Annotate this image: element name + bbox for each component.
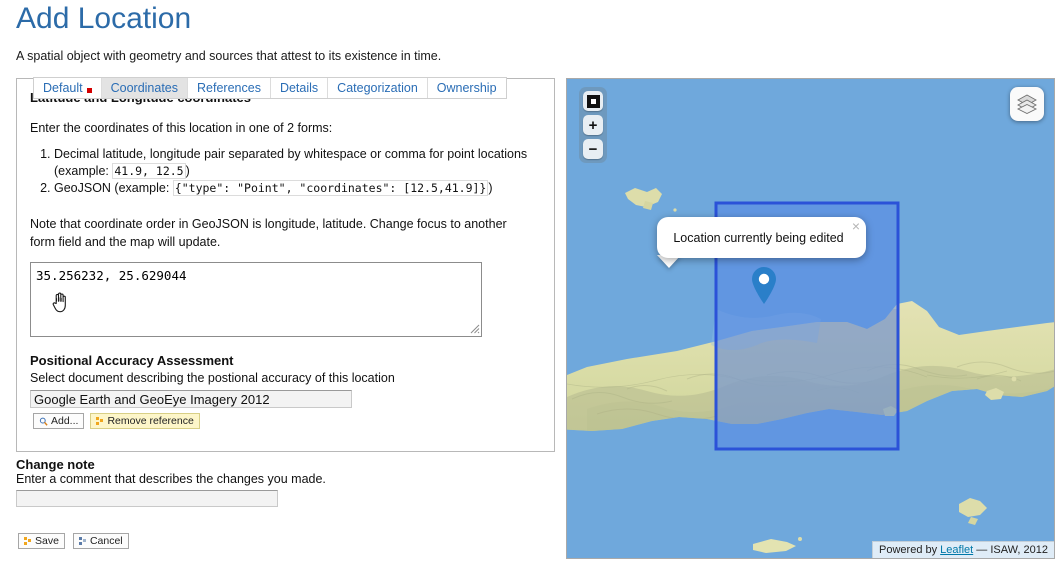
map-popup-text: Location currently being edited xyxy=(673,230,844,245)
leaflet-link[interactable]: Leaflet xyxy=(940,544,973,556)
remove-reference-label: Remove reference xyxy=(107,415,194,427)
add-reference-button[interactable]: Add... xyxy=(33,413,85,429)
tab-references[interactable]: References xyxy=(188,78,271,98)
save-label: Save xyxy=(35,535,59,547)
map-layers-control[interactable] xyxy=(1010,87,1044,121)
change-note-heading: Change note xyxy=(16,457,95,472)
map-attribution: Powered by Leaflet — ISAW, 2012 xyxy=(872,541,1054,558)
positional-accuracy-description: Select document describing the postional… xyxy=(30,371,395,385)
form-action-buttons: Save Cancel xyxy=(18,533,129,549)
save-icon xyxy=(24,537,31,545)
map-zoom-control: + − xyxy=(579,87,607,163)
magnifier-icon xyxy=(39,417,48,426)
popup-close-icon[interactable]: × xyxy=(852,219,860,233)
required-marker-icon xyxy=(86,87,92,93)
tab-coordinates[interactable]: Coordinates xyxy=(101,78,189,98)
fit-bounds-icon xyxy=(586,94,600,108)
decimal-format-text-after: ) xyxy=(185,164,190,178)
form-tab-bar: Default Coordinates References Details C… xyxy=(33,77,507,99)
positional-accuracy-buttons: Add... Remove reference xyxy=(33,413,200,429)
attribution-suffix: — ISAW, 2012 xyxy=(973,544,1048,556)
page-title: Add Location xyxy=(16,2,192,35)
location-marker-icon[interactable] xyxy=(750,265,778,305)
tab-references-label: References xyxy=(197,81,261,95)
zoom-in-button[interactable]: + xyxy=(583,115,603,135)
layers-stack-icon xyxy=(1016,94,1038,115)
tab-default[interactable]: Default xyxy=(34,78,102,98)
tab-categorization[interactable]: Categorization xyxy=(328,78,428,98)
coordinate-format-item-geojson: GeoJSON (example: {"type": "Point", "coo… xyxy=(54,180,554,197)
form-column: Add Location A spatial object with geome… xyxy=(0,0,560,569)
tab-details-label: Details xyxy=(279,81,319,95)
fit-bounds-button[interactable] xyxy=(583,91,603,111)
cancel-label: Cancel xyxy=(89,535,123,547)
map-popup[interactable]: Location currently being edited × xyxy=(657,217,866,258)
cancel-icon xyxy=(78,537,86,545)
coordinate-format-item-decimal: Decimal latitude, longitude pair separat… xyxy=(54,146,554,180)
page-description: A spatial object with geometry and sourc… xyxy=(16,49,442,63)
tab-categorization-label: Categorization xyxy=(337,81,418,95)
tab-ownership[interactable]: Ownership xyxy=(427,78,506,98)
positional-accuracy-heading: Positional Accuracy Assessment xyxy=(30,353,234,368)
tab-default-label: Default xyxy=(43,81,83,95)
coordinates-textarea[interactable] xyxy=(30,262,482,337)
coordinate-format-list: Decimal latitude, longitude pair separat… xyxy=(30,146,554,197)
geojson-format-example: {"type": "Point", "coordinates": [12.5,4… xyxy=(172,180,489,196)
geojson-format-text-before: GeoJSON (example: xyxy=(54,181,173,195)
map-terrain-image xyxy=(567,79,1054,558)
cancel-button[interactable]: Cancel xyxy=(72,533,129,549)
add-reference-label: Add... xyxy=(51,415,79,427)
leaflet-map[interactable]: + − Location currently being edited × Po… xyxy=(566,78,1055,559)
remove-reference-icon xyxy=(96,417,104,425)
attribution-prefix: Powered by xyxy=(879,544,941,556)
zoom-out-button[interactable]: − xyxy=(583,139,603,159)
tab-ownership-label: Ownership xyxy=(436,81,497,95)
geojson-format-text-after: ) xyxy=(488,181,493,195)
change-note-description: Enter a comment that describes the chang… xyxy=(16,472,326,486)
remove-reference-button[interactable]: Remove reference xyxy=(90,413,200,429)
coordinates-note-text: Note that coordinate order in GeoJSON is… xyxy=(30,217,507,249)
save-button[interactable]: Save xyxy=(18,533,65,549)
tab-details[interactable]: Details xyxy=(270,78,329,98)
positional-accuracy-reference-field[interactable] xyxy=(30,390,352,408)
change-note-input[interactable] xyxy=(16,490,278,507)
coordinates-intro-text: Enter the coordinates of this location i… xyxy=(30,121,333,135)
tab-coordinates-label: Coordinates xyxy=(110,81,179,95)
decimal-format-example: 41.9, 12.5 xyxy=(112,163,186,179)
